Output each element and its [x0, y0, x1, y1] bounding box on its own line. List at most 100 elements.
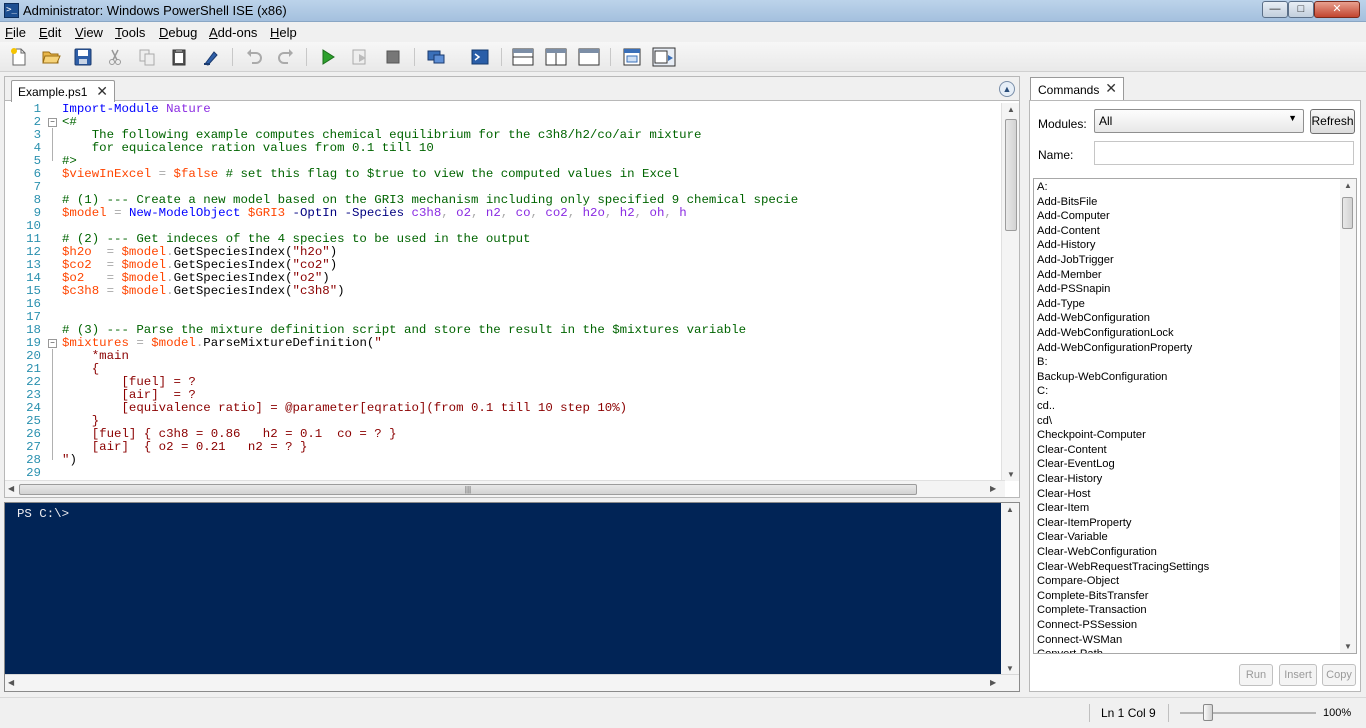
command-list-item[interactable]: Compare-Object: [1037, 574, 1119, 588]
scroll-up-icon[interactable]: ▲: [1006, 505, 1014, 514]
scroll-left-icon[interactable]: ◀: [8, 484, 14, 493]
open-icon[interactable]: [41, 47, 61, 67]
scroll-down-icon[interactable]: ▼: [1007, 470, 1015, 479]
menu-file[interactable]: File: [5, 25, 26, 40]
menu-view[interactable]: View: [75, 25, 103, 40]
code-line[interactable]: 6 $viewInExcel = $false # set this flag t…: [5, 168, 1001, 181]
minimize-button[interactable]: —: [1262, 1, 1288, 18]
redo-icon[interactable]: [276, 47, 296, 67]
command-list-item[interactable]: Complete-Transaction: [1037, 603, 1147, 617]
show-script-pane-top-icon[interactable]: [512, 47, 534, 67]
console-pane[interactable]: PS C:\> ▲ ▼ ◀ ▶: [4, 502, 1020, 692]
command-list-item[interactable]: Add-History: [1037, 238, 1095, 252]
code-line[interactable]: 27 [air] { o2 = 0.21 n2 = ? }: [5, 441, 1001, 454]
menu-debug[interactable]: Debug: [159, 25, 197, 40]
clear-console-icon[interactable]: [201, 47, 221, 67]
scroll-right-icon[interactable]: ▶: [990, 678, 996, 687]
zoom-slider-thumb[interactable]: [1203, 704, 1213, 721]
command-list-item[interactable]: Clear-WebConfiguration: [1037, 545, 1157, 559]
show-command-window-icon[interactable]: [621, 47, 641, 67]
code-line[interactable]: 19− $mixtures = $model.ParseMixtureDefini…: [5, 337, 1001, 350]
command-list-item[interactable]: Add-Computer: [1037, 209, 1110, 223]
menu-help[interactable]: Help: [270, 25, 297, 40]
menu-edit[interactable]: Edit: [39, 25, 61, 40]
code-line[interactable]: 9 $model = New-ModelObject $GRI3 -OptIn -…: [5, 207, 1001, 220]
command-list-item[interactable]: cd\: [1037, 414, 1052, 428]
command-list-item[interactable]: Add-Type: [1037, 297, 1085, 311]
command-list-item[interactable]: Add-WebConfigurationProperty: [1037, 341, 1192, 355]
editor-vertical-scrollbar[interactable]: ▲ ▼: [1001, 103, 1019, 481]
new-icon[interactable]: [9, 47, 29, 67]
close-tab-icon[interactable]: ✕: [1105, 80, 1117, 97]
scroll-left-icon[interactable]: ◀: [8, 678, 14, 687]
command-list-item[interactable]: Connect-WSMan: [1037, 633, 1122, 647]
scroll-thumb[interactable]: [1005, 119, 1017, 231]
tab-commands[interactable]: Commands ✕: [1030, 77, 1124, 100]
command-list-item[interactable]: Clear-Host: [1037, 487, 1090, 501]
run-button[interactable]: Run: [1239, 664, 1273, 686]
paste-icon[interactable]: [169, 47, 189, 67]
command-list-item[interactable]: Connect-PSSession: [1037, 618, 1137, 632]
collapse-script-pane-icon[interactable]: ▲: [999, 81, 1015, 97]
insert-button[interactable]: Insert: [1279, 664, 1317, 686]
maximize-button[interactable]: □: [1288, 1, 1314, 18]
refresh-button[interactable]: Refresh: [1310, 109, 1355, 134]
command-list-item[interactable]: Complete-BitsTransfer: [1037, 589, 1149, 603]
menu-tools[interactable]: Tools: [115, 25, 145, 40]
command-list[interactable]: A: Add-BitsFile Add-Computer Add-Content Add…: [1033, 178, 1357, 654]
collapse-region-icon[interactable]: −: [48, 118, 57, 127]
close-button[interactable]: ✕: [1314, 1, 1360, 18]
show-script-pane-right-icon[interactable]: [545, 47, 567, 67]
command-list-item[interactable]: cd..: [1037, 399, 1055, 413]
command-list-item[interactable]: Add-Member: [1037, 268, 1102, 282]
zoom-slider-track[interactable]: [1180, 712, 1316, 714]
command-list-item[interactable]: Clear-History: [1037, 472, 1102, 486]
command-list-item[interactable]: Clear-EventLog: [1037, 457, 1115, 471]
code-line[interactable]: 16: [5, 298, 1001, 311]
console-horizontal-scrollbar[interactable]: ◀ ▶: [5, 674, 1019, 691]
command-list-item[interactable]: B:: [1037, 355, 1048, 369]
code-line[interactable]: 20 *main: [5, 350, 1001, 363]
code-editor[interactable]: 1 Import-Module Nature 2− <# 3 The following…: [5, 103, 1001, 481]
command-list-item[interactable]: Clear-ItemProperty: [1037, 516, 1132, 530]
command-list-item[interactable]: Clear-Content: [1037, 443, 1107, 457]
undo-icon[interactable]: [244, 47, 264, 67]
run-selection-icon[interactable]: [350, 47, 370, 67]
command-list-item[interactable]: Checkpoint-Computer: [1037, 428, 1146, 442]
code-line[interactable]: 15 $c3h8 = $model.GetSpeciesIndex("c3h8"): [5, 285, 1001, 298]
command-list-item[interactable]: C:: [1037, 384, 1048, 398]
command-list-item[interactable]: Add-WebConfiguration: [1037, 311, 1150, 325]
scroll-thumb[interactable]: [1342, 197, 1353, 229]
stop-icon[interactable]: [383, 47, 403, 67]
code-line[interactable]: 4 for equicalence ration values from 0.1…: [5, 142, 1001, 155]
scroll-right-icon[interactable]: ▶: [990, 484, 996, 493]
show-script-pane-max-icon[interactable]: [578, 47, 600, 67]
command-list-item[interactable]: Add-Content: [1037, 224, 1100, 238]
copy-button[interactable]: Copy: [1322, 664, 1356, 686]
name-filter-input[interactable]: [1094, 141, 1354, 165]
close-tab-icon[interactable]: ✕: [96, 83, 108, 100]
command-list-item[interactable]: Add-BitsFile: [1037, 195, 1097, 209]
run-script-icon[interactable]: [318, 47, 338, 67]
command-list-item[interactable]: Clear-WebRequestTracingSettings: [1037, 560, 1209, 574]
code-line[interactable]: 28 "): [5, 454, 1001, 467]
command-list-item[interactable]: A:: [1037, 180, 1048, 194]
command-list-item[interactable]: Add-JobTrigger: [1037, 253, 1114, 267]
code-line[interactable]: 24 [equivalence ratio] = @parameter[eqra…: [5, 402, 1001, 415]
command-list-item[interactable]: Convert-Path: [1037, 647, 1103, 653]
copy-icon[interactable]: [137, 47, 157, 67]
command-list-item[interactable]: Clear-Variable: [1037, 530, 1108, 544]
save-icon[interactable]: [73, 47, 93, 67]
cut-icon[interactable]: [105, 47, 125, 67]
command-list-item[interactable]: Add-WebConfigurationLock: [1037, 326, 1174, 340]
collapse-region-icon[interactable]: −: [48, 339, 57, 348]
scroll-thumb[interactable]: |||: [19, 484, 917, 495]
show-command-addon-icon[interactable]: [652, 47, 676, 67]
start-powershell-icon[interactable]: [470, 47, 490, 67]
tab-example-ps1[interactable]: Example.ps1 ✕: [11, 80, 115, 102]
scroll-up-icon[interactable]: ▲: [1007, 105, 1015, 114]
command-list-scrollbar[interactable]: ▲ ▼: [1340, 179, 1356, 653]
scroll-up-icon[interactable]: ▲: [1344, 181, 1352, 190]
menu-addons[interactable]: Add-ons: [209, 25, 257, 40]
command-list-item[interactable]: Clear-Item: [1037, 501, 1089, 515]
